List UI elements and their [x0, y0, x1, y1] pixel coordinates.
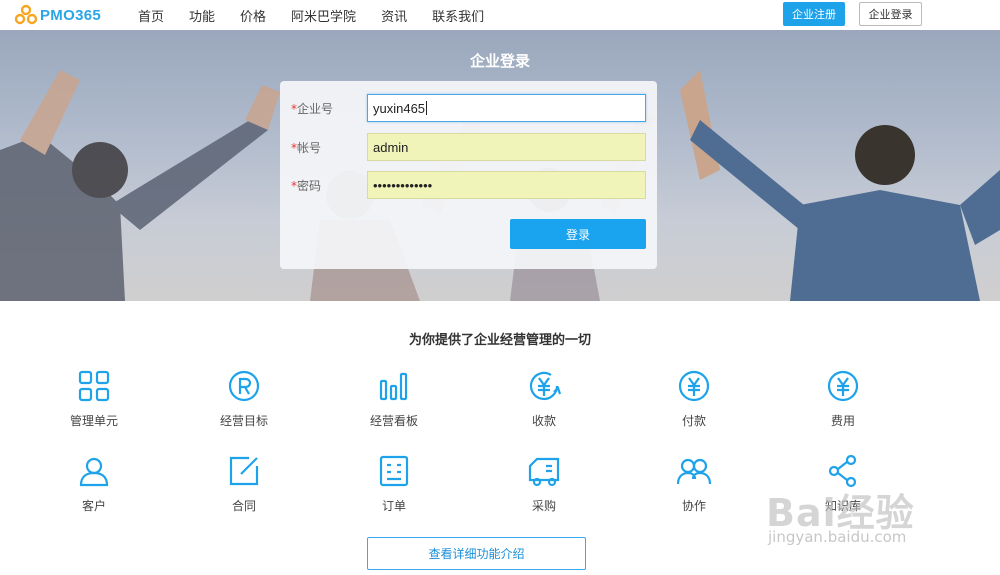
company-id-value: yuxin465	[373, 100, 426, 116]
list-icon	[377, 454, 411, 488]
truck-icon	[527, 454, 561, 488]
feature-order[interactable]: 订单	[344, 454, 444, 524]
edit-icon	[227, 454, 261, 488]
hero-banner: 企业登录 *企业号 yuxin465 *帐号 admin *密码 •••••••…	[0, 30, 1000, 301]
feature-management-unit[interactable]: 管理单元	[44, 369, 144, 439]
company-label: *企业号	[291, 100, 333, 117]
yen-circle-icon	[826, 369, 860, 403]
feature-customer[interactable]: 客户	[44, 454, 144, 524]
feature-expense[interactable]: 费用	[793, 369, 893, 439]
nav-item-news[interactable]: 资讯	[381, 6, 407, 25]
password-label: *密码	[291, 177, 321, 194]
features-heading: 为你提供了企业经营管理的一切	[408, 333, 591, 348]
baidu-jingyan-watermark: Bai经验 jingyan.baidu.com	[760, 482, 990, 562]
account-label-text: 帐号	[297, 141, 322, 155]
users-icon	[676, 454, 712, 488]
account-value: admin	[373, 139, 409, 155]
password-input[interactable]: •••••••••••••	[367, 171, 646, 199]
company-row: *企业号 yuxin465	[280, 94, 657, 122]
login-form: *企业号 yuxin465 *帐号 admin *密码 ••••••••••••…	[280, 81, 657, 269]
logo-text: PMO365	[40, 6, 101, 24]
feature-receipt[interactable]: 收款	[494, 369, 594, 439]
grid-icon	[77, 369, 111, 403]
account-input[interactable]: admin	[367, 133, 646, 161]
nav-item-pricing[interactable]: 价格	[240, 6, 266, 25]
register-button[interactable]: 企业注册	[783, 2, 845, 26]
feature-label: 收款	[531, 414, 556, 428]
feature-label: 经营看板	[369, 414, 418, 428]
password-value: •••••••••••••	[373, 177, 433, 193]
feature-business-goal[interactable]: 经营目标	[194, 369, 294, 439]
user-icon	[77, 454, 111, 488]
nav-item-amoeba-academy[interactable]: 阿米巴学院	[291, 6, 356, 25]
feature-label: 经营目标	[219, 414, 268, 428]
account-label: *帐号	[291, 139, 321, 156]
company-label-text: 企业号	[297, 102, 334, 116]
login-title: 企业登录	[469, 52, 530, 70]
logo[interactable]: PMO365	[14, 4, 101, 26]
yen-refresh-icon	[527, 369, 562, 403]
password-label-text: 密码	[297, 179, 322, 193]
nav-item-contact[interactable]: 联系我们	[432, 6, 484, 25]
feature-label: 协作	[681, 499, 706, 513]
feature-label: 付款	[681, 414, 706, 428]
feature-label: 客户	[81, 499, 106, 513]
feature-payment[interactable]: 付款	[644, 369, 744, 439]
yen-circle-icon	[677, 369, 711, 403]
text-caret	[426, 101, 428, 115]
feature-purchase[interactable]: 采购	[494, 454, 594, 524]
feature-label: 订单	[381, 499, 406, 513]
feature-contract[interactable]: 合同	[194, 454, 294, 524]
top-login-button[interactable]: 企业登录	[859, 2, 922, 26]
nav-item-features[interactable]: 功能	[189, 6, 215, 25]
feature-dashboard[interactable]: 经营看板	[344, 369, 444, 439]
registered-icon	[227, 369, 261, 403]
watermark-url-text: jingyan.baidu.com	[768, 528, 907, 546]
feature-label: 采购	[531, 499, 556, 513]
password-row: *密码 •••••••••••••	[280, 171, 657, 199]
nav-item-home[interactable]: 首页	[138, 6, 164, 25]
logo-icon	[14, 4, 38, 25]
feature-label: 费用	[830, 414, 855, 428]
feature-label: 管理单元	[69, 414, 118, 428]
feature-collaboration[interactable]: 协作	[644, 454, 744, 524]
top-nav-bar: PMO365 首页 功能 价格 阿米巴学院 资讯 联系我们 企业注册 企业登录	[0, 0, 1000, 30]
view-detail-features-button[interactable]: 查看详细功能介绍	[367, 537, 586, 570]
bar-chart-icon	[377, 369, 411, 403]
login-submit-button[interactable]: 登录	[510, 219, 646, 249]
account-row: *帐号 admin	[280, 133, 657, 161]
company-id-input[interactable]: yuxin465	[367, 94, 646, 122]
feature-label: 合同	[231, 499, 256, 513]
main-nav: 首页 功能 价格 阿米巴学院 资讯 联系我们	[138, 0, 509, 30]
